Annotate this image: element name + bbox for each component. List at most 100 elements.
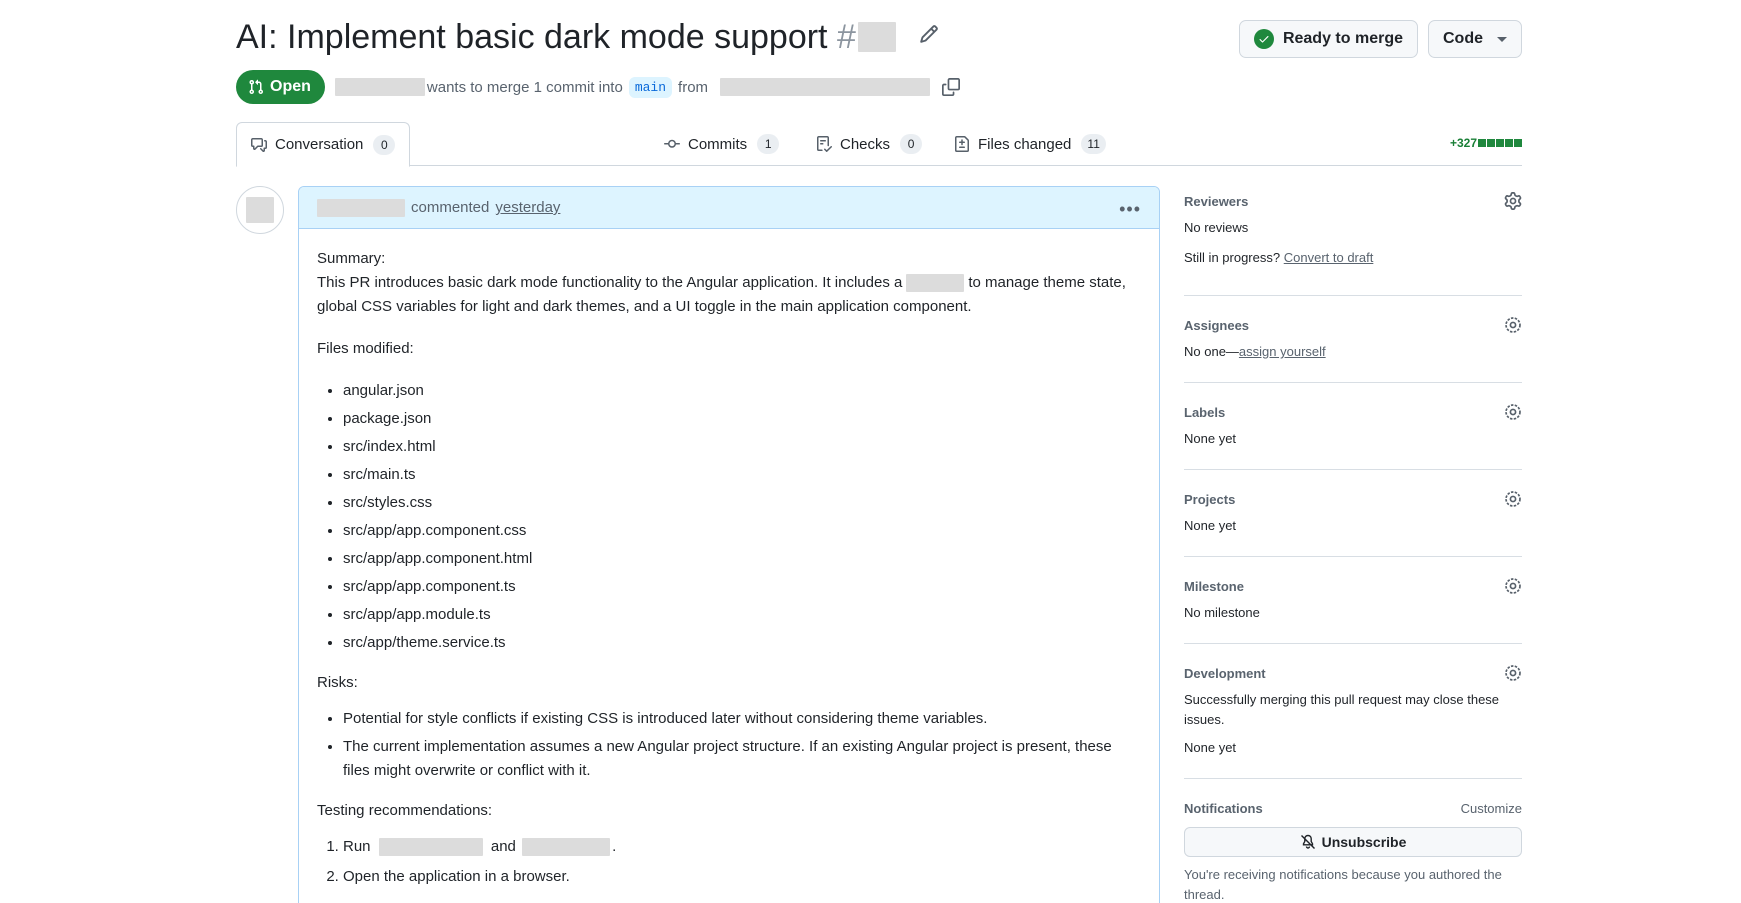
redacted-comment-author bbox=[317, 198, 405, 217]
sidebar-assignees-title: Assignees bbox=[1184, 317, 1250, 333]
sidebar-assignees-header[interactable]: Assignees bbox=[1184, 312, 1522, 338]
author-avatar[interactable] bbox=[236, 186, 284, 234]
customize-link[interactable]: Customize bbox=[1461, 801, 1522, 816]
code-button-label: Code bbox=[1443, 30, 1483, 47]
pr-description-comment: commented yesterday ••• Summary: This PR… bbox=[298, 186, 1160, 903]
open-state-badge: Open bbox=[236, 70, 325, 104]
copy-icon[interactable] bbox=[942, 78, 961, 96]
list-item: Run and . bbox=[343, 835, 1141, 859]
unsubscribe-button[interactable]: Unsubscribe bbox=[1184, 827, 1522, 857]
sidebar-reviewers-header[interactable]: Reviewers bbox=[1184, 188, 1522, 214]
redacted-pr-number bbox=[857, 22, 896, 52]
files-heading: Files modified: bbox=[317, 340, 414, 357]
pr-title-wrap: AI: Implement basic dark mode support # bbox=[236, 14, 939, 60]
sidebar-development-value: None yet bbox=[1184, 740, 1237, 755]
list-item: angular.json bbox=[343, 379, 1141, 403]
sidebar-projects-value: None yet bbox=[1184, 518, 1237, 533]
tab-conversation-count: 0 bbox=[373, 134, 396, 155]
file-diff-icon bbox=[955, 136, 969, 152]
list-item: src/app/app.component.css bbox=[343, 519, 1141, 543]
diffstat-block bbox=[1478, 139, 1486, 147]
checklist-icon bbox=[817, 136, 832, 152]
ready-to-merge-button[interactable]: Ready to merge bbox=[1238, 20, 1418, 58]
comment-timestamp[interactable]: yesterday bbox=[495, 199, 560, 216]
sidebar-labels-header[interactable]: Labels bbox=[1184, 399, 1522, 425]
sidebar-notifications: Notifications Customize Unsubscribe You'… bbox=[1184, 779, 1522, 903]
list-item: src/main.ts bbox=[343, 463, 1141, 487]
redacted-avatar bbox=[246, 197, 274, 223]
gear-icon[interactable] bbox=[1504, 192, 1522, 210]
sidebar-milestone-header[interactable]: Milestone bbox=[1184, 573, 1522, 599]
testing-end-text: . bbox=[612, 838, 617, 855]
git-commit-icon bbox=[664, 139, 680, 148]
sidebar-assignees-value: No one— bbox=[1184, 344, 1239, 359]
files-list: angular.json package.json src/index.html… bbox=[343, 379, 1141, 655]
list-item: Potential for style conflicts if existin… bbox=[343, 707, 1141, 731]
sidebar-progress-text: Still in progress? bbox=[1184, 250, 1281, 265]
sidebar-milestone-value: No milestone bbox=[1184, 605, 1260, 620]
sidebar-projects-header[interactable]: Projects bbox=[1184, 486, 1522, 512]
redacted-command bbox=[522, 838, 611, 857]
caret-down-icon bbox=[1497, 36, 1507, 42]
redacted-head-branch bbox=[720, 78, 931, 96]
sidebar-development-header[interactable]: Development bbox=[1184, 660, 1522, 686]
tab-checks-label: Checks bbox=[840, 135, 891, 153]
list-item: src/app/app.component.html bbox=[343, 547, 1141, 571]
sidebar-milestone-title: Milestone bbox=[1184, 578, 1244, 594]
sidebar-development-title: Development bbox=[1184, 665, 1266, 681]
pencil-icon[interactable] bbox=[919, 24, 939, 44]
sidebar-notifications-header: Notifications Customize bbox=[1184, 795, 1522, 821]
gear-icon[interactable] bbox=[1504, 577, 1522, 595]
notifications-note: You're receiving notifications because y… bbox=[1184, 867, 1502, 902]
gear-icon[interactable] bbox=[1504, 403, 1522, 421]
bell-slash-icon bbox=[1300, 834, 1315, 849]
base-branch[interactable]: main bbox=[628, 76, 673, 98]
sidebar-projects: Projects None yet bbox=[1184, 470, 1522, 557]
comment-header: commented yesterday ••• bbox=[299, 187, 1159, 229]
pr-title: AI: Implement basic dark mode support bbox=[236, 18, 828, 56]
summary-text-1: This PR introduces basic dark mode funct… bbox=[317, 274, 903, 291]
tab-commits-count: 1 bbox=[757, 134, 780, 154]
pr-state-row: Open wants to merge 1 commit into main f… bbox=[236, 70, 961, 104]
sidebar-projects-title: Projects bbox=[1184, 491, 1236, 507]
sidebar-labels: Labels None yet bbox=[1184, 383, 1522, 470]
list-item: The current implementation assumes a new… bbox=[343, 735, 1141, 783]
summary-heading: Summary: bbox=[317, 250, 386, 267]
convert-to-draft-link[interactable]: Convert to draft bbox=[1284, 250, 1374, 265]
assign-yourself-link[interactable]: assign yourself bbox=[1239, 344, 1326, 359]
list-item: src/app/app.component.ts bbox=[343, 575, 1141, 599]
sidebar-labels-title: Labels bbox=[1184, 404, 1226, 420]
sidebar-labels-value: None yet bbox=[1184, 431, 1237, 446]
tab-commits[interactable]: Commits 1 bbox=[650, 122, 793, 166]
tab-files-changed[interactable]: Files changed 11 bbox=[940, 122, 1120, 166]
tab-commits-label: Commits bbox=[688, 135, 748, 153]
risks-list: Potential for style conflicts if existin… bbox=[343, 707, 1141, 783]
gear-icon[interactable] bbox=[1504, 490, 1522, 508]
open-state-label: Open bbox=[270, 78, 311, 95]
merge-text: wants to merge 1 commit into bbox=[426, 78, 623, 96]
diffstat: +327 bbox=[1450, 136, 1522, 150]
check-circle-icon bbox=[1253, 29, 1274, 49]
tab-checks-count: 0 bbox=[900, 134, 923, 154]
comment-body: Summary: This PR introduces basic dark m… bbox=[299, 229, 1159, 903]
sidebar-assignees-row: No one—assign yourself bbox=[1184, 342, 1522, 362]
diffstat-block bbox=[1496, 139, 1504, 147]
tab-files-changed-count: 11 bbox=[1081, 134, 1106, 154]
sidebar-reviewers-value: No reviews bbox=[1184, 220, 1249, 235]
gear-icon[interactable] bbox=[1504, 316, 1522, 334]
code-button[interactable]: Code bbox=[1428, 20, 1522, 58]
list-item: src/index.html bbox=[343, 435, 1141, 459]
header-actions: Ready to merge Code bbox=[1238, 20, 1522, 58]
summary-paragraph: This PR introduces basic dark mode funct… bbox=[317, 271, 1141, 319]
list-item: src/app/theme.service.ts bbox=[343, 631, 1141, 655]
testing-list: Run and . Open the application in a brow… bbox=[343, 835, 1141, 889]
tab-conversation[interactable]: Conversation 0 bbox=[236, 122, 411, 167]
kebab-horizontal-icon[interactable]: ••• bbox=[1119, 199, 1141, 220]
pr-tabs: Conversation 0 Commits 1 Checks 0 Files … bbox=[236, 122, 1522, 167]
tab-conversation-label: Conversation bbox=[275, 136, 364, 153]
tab-checks[interactable]: Checks 0 bbox=[802, 122, 936, 166]
redacted-command bbox=[378, 838, 483, 857]
gear-icon[interactable] bbox=[1504, 664, 1522, 682]
testing-heading: Testing recommendations: bbox=[317, 802, 493, 819]
sidebar-reviewers-title: Reviewers bbox=[1184, 193, 1249, 209]
